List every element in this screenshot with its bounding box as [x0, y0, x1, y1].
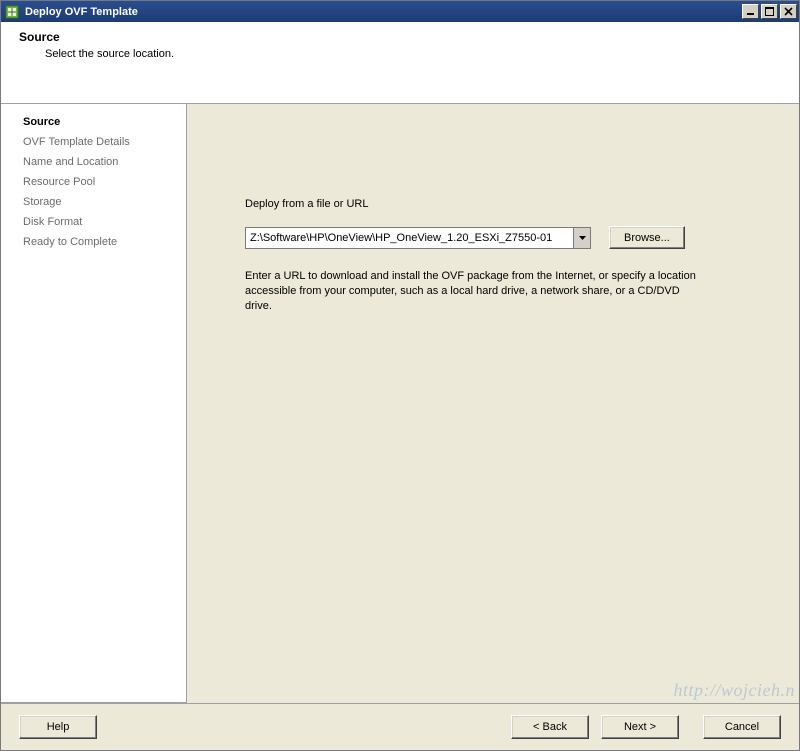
step-ovf-template-details[interactable]: OVF Template Details: [1, 132, 186, 152]
app-icon: [5, 5, 19, 19]
wizard-content: Deploy from a file or URL Browse... Ente…: [187, 104, 799, 703]
window-title: Deploy OVF Template: [25, 6, 742, 18]
source-path-dropdown-button[interactable]: [573, 228, 590, 248]
wizard-window: Deploy OVF Template Source Select the so…: [0, 0, 800, 751]
step-disk-format[interactable]: Disk Format: [1, 212, 186, 232]
browse-button[interactable]: Browse...: [609, 226, 685, 249]
minimize-button[interactable]: [742, 4, 759, 19]
page-heading: Source: [19, 30, 789, 44]
help-button[interactable]: Help: [19, 715, 97, 739]
step-source[interactable]: Source: [1, 112, 186, 132]
maximize-button[interactable]: [761, 4, 778, 19]
source-instructions: Enter a URL to download and install the …: [245, 269, 705, 314]
step-storage[interactable]: Storage: [1, 192, 186, 212]
source-path-row: Browse...: [245, 226, 755, 249]
watermark-text: http://wojcieh.n: [674, 680, 795, 701]
wizard-footer: Help < Back Next > Cancel: [1, 704, 799, 750]
wizard-steps-sidebar: Source OVF Template Details Name and Loc…: [1, 104, 187, 703]
page-subtext: Select the source location.: [45, 48, 789, 60]
step-resource-pool[interactable]: Resource Pool: [1, 172, 186, 192]
back-button[interactable]: < Back: [511, 715, 589, 739]
wizard-header: Source Select the source location.: [1, 22, 799, 104]
source-path-combo[interactable]: [245, 227, 591, 249]
window-controls: [742, 4, 797, 19]
source-path-input[interactable]: [246, 228, 573, 248]
deploy-from-label: Deploy from a file or URL: [245, 198, 755, 210]
next-button[interactable]: Next >: [601, 715, 679, 739]
cancel-button[interactable]: Cancel: [703, 715, 781, 739]
wizard-body: Source OVF Template Details Name and Loc…: [1, 104, 799, 704]
close-button[interactable]: [780, 4, 797, 19]
step-name-and-location[interactable]: Name and Location: [1, 152, 186, 172]
titlebar: Deploy OVF Template: [1, 1, 799, 22]
step-ready-to-complete[interactable]: Ready to Complete: [1, 232, 186, 252]
